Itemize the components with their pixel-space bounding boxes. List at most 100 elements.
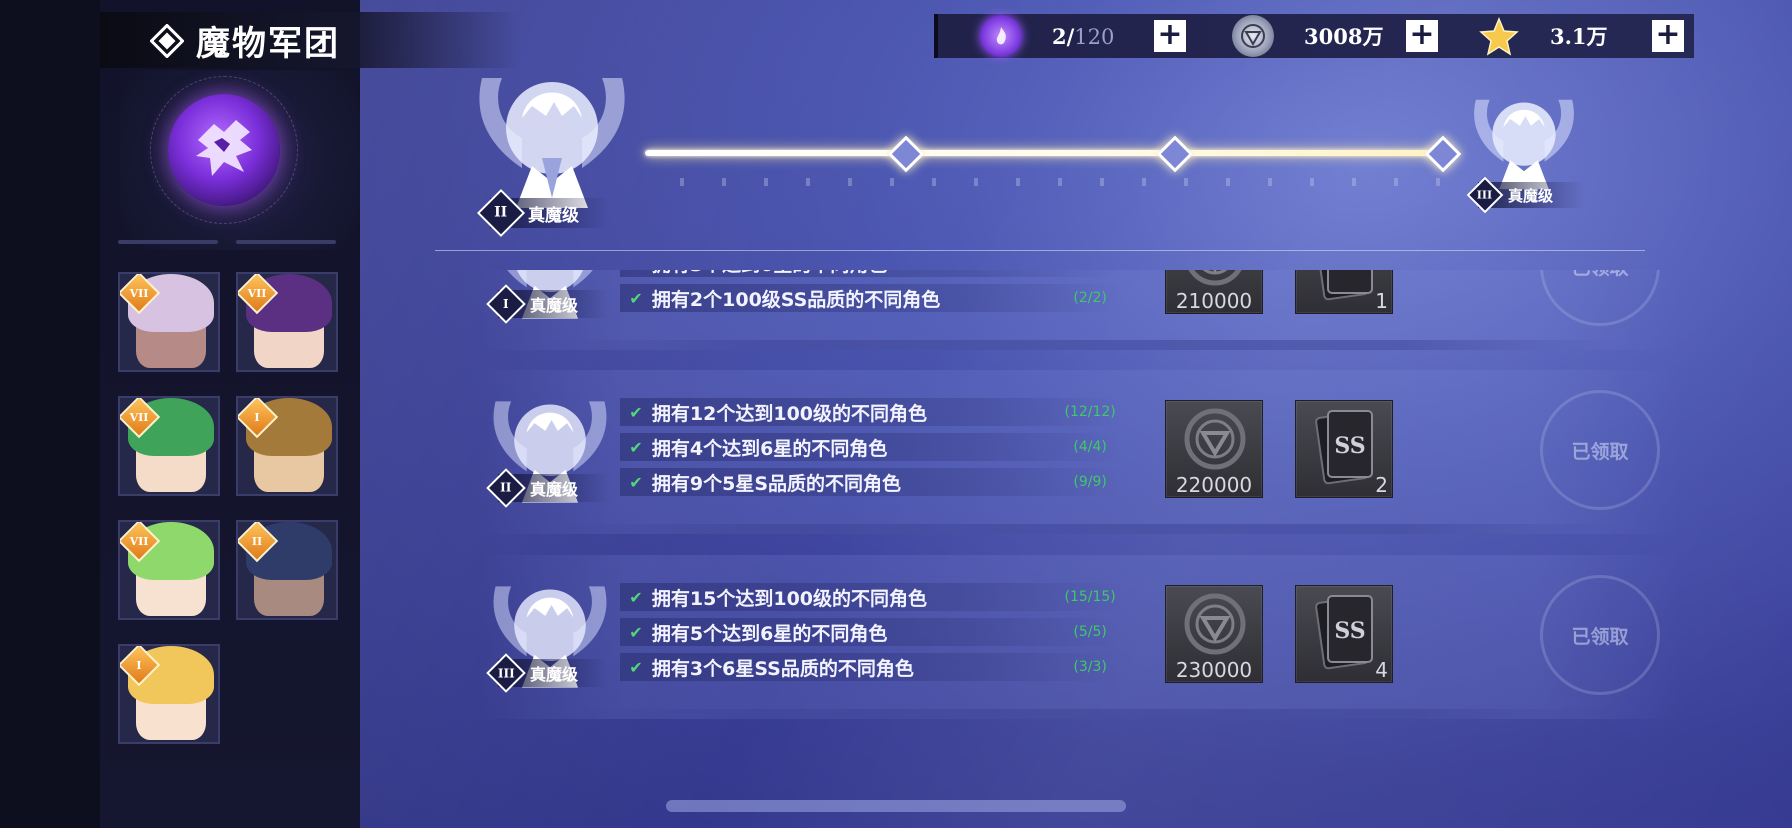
condition-progress: (2/2) <box>1073 290 1107 306</box>
row-rank-numeral: I <box>503 297 509 311</box>
condition-text: 拥有2个100级SS品质的不同角色 <box>651 288 941 311</box>
silver-coin-icon <box>1184 408 1246 470</box>
energy-max: 120 <box>1074 24 1115 49</box>
claimed-text: 已领取 <box>1571 270 1628 280</box>
card-reward-qty: 4 <box>1375 658 1388 682</box>
character-card[interactable]: I <box>236 396 338 496</box>
character-card[interactable]: VII <box>118 396 220 496</box>
track-ticks <box>680 178 1440 190</box>
condition-item: ✔ 拥有5个达到6星的不同角色 (5/5) <box>620 618 1120 646</box>
check-icon: ✔ <box>629 402 643 422</box>
claimed-stamp: 已领取 <box>1540 270 1660 326</box>
legion-emblem-icon[interactable] <box>168 94 280 206</box>
page-title: 魔物军团 <box>196 23 340 64</box>
condition-item: ✔ 拥有15个达到100级的不同角色 (15/15) <box>620 583 1120 611</box>
condition-text: 拥有9个5星S品质的不同角色 <box>651 472 902 495</box>
condition-item: ✔ 拥有12个达到100级的不同角色 (12/12) <box>620 398 1120 426</box>
coin-reward-qty: 210000 <box>1175 289 1253 313</box>
coin-reward[interactable]: 230000 <box>1165 585 1263 683</box>
rank-badge-text: I <box>136 658 142 672</box>
svg-text:SS: SS <box>1334 433 1365 459</box>
character-card[interactable]: VII <box>118 272 220 372</box>
condition-progress: (12/12) <box>1064 404 1116 420</box>
section-divider <box>435 250 1645 251</box>
resource-coin: 3008万 + <box>1186 14 1438 58</box>
next-rank-text: 真魔级 <box>1508 186 1554 205</box>
reward-list[interactable]: I真魔级✔拥有10个达到100级的不同角色(10/10)✔拥有3个达到6星的不同… <box>360 270 1792 760</box>
row-rank-text: 真魔级 <box>530 480 579 499</box>
energy-value: 2/ <box>1052 23 1075 49</box>
resource-energy: 2/120 + <box>938 14 1186 58</box>
row-rank-label: I 真魔级 <box>486 284 609 324</box>
character-card[interactable]: VII <box>118 520 220 620</box>
condition-text: 拥有3个6星SS品质的不同角色 <box>651 657 914 680</box>
row-rank-numeral: II <box>500 480 512 495</box>
condition-item: ✔ 拥有2个100级SS品质的不同角色 (2/2) <box>620 284 1120 312</box>
check-icon: ✔ <box>629 657 643 677</box>
emblem-tabs <box>118 240 338 246</box>
add-energy-button[interactable]: + <box>1154 20 1186 52</box>
row-separator <box>540 524 1620 534</box>
row-rank-numeral: III <box>497 666 515 680</box>
row-rank-label: III 真魔级 <box>486 653 609 693</box>
condition-text: 拥有15个达到100级的不同角色 <box>651 587 928 610</box>
row-rank-text: 真魔级 <box>530 296 579 315</box>
current-rank-label: II 真魔级 <box>476 188 609 238</box>
rank-badge-text: I <box>254 410 260 424</box>
rank-badge-text: VII <box>129 534 149 548</box>
row-separator <box>540 340 1620 350</box>
back-diamond-icon[interactable] <box>149 23 185 59</box>
claimed-text: 已领取 <box>1571 440 1629 463</box>
svg-text:SS: SS <box>1334 618 1365 644</box>
rank-badge-text: VII <box>247 286 267 300</box>
character-card[interactable]: I <box>118 644 220 744</box>
card-reward[interactable]: SS 1 <box>1295 270 1393 314</box>
rank-badge-text: VII <box>129 410 149 424</box>
title-bar: 魔物军团 <box>100 12 520 68</box>
rank-badge-text: II <box>251 534 263 548</box>
row-rank-label: II 真魔级 <box>486 468 609 508</box>
current-rank-emblem <box>462 58 642 218</box>
next-rank-numeral: III <box>1477 188 1493 202</box>
check-icon: ✔ <box>629 587 643 607</box>
add-coin-button[interactable]: + <box>1406 20 1438 52</box>
check-icon: ✔ <box>629 622 643 642</box>
reward-row: I真魔级✔拥有10个达到100级的不同角色(10/10)✔拥有3个达到6星的不同… <box>480 270 1680 350</box>
condition-progress: (3/3) <box>1073 659 1107 675</box>
coin-reward-qty: 220000 <box>1175 473 1253 497</box>
card-reward[interactable]: SS 2 <box>1295 400 1393 498</box>
condition-item: ✔ 拥有4个达到6星的不同角色 (4/4) <box>620 433 1120 461</box>
character-card[interactable]: VII <box>236 272 338 372</box>
reward-row: III 真魔级 ✔ 拥有15个达到100级的不同角色 (15/15) ✔ 拥有5个达到6星的… <box>480 555 1680 719</box>
coin-value: 3008万 <box>1304 24 1384 49</box>
reward-row: II 真魔级 ✔ 拥有12个达到100级的不同角色 (12/12) ✔ 拥有4个达到6星的不… <box>480 370 1680 534</box>
svg-text:SS: SS <box>1334 270 1365 275</box>
silver-coin-icon <box>1232 15 1274 57</box>
condition-item: ✔ 拥有3个6星SS品质的不同角色 (3/3) <box>620 653 1120 681</box>
next-rank-label: III 真魔级 <box>1466 176 1584 214</box>
resource-star: 3.1万 + <box>1438 14 1684 58</box>
condition-progress: (9/9) <box>1073 474 1107 490</box>
rank-badge-text: VII <box>129 286 149 300</box>
check-icon: ✔ <box>624 270 648 273</box>
card-reward-qty: 1 <box>1375 289 1388 313</box>
scroll-handle[interactable] <box>666 800 1126 812</box>
coin-reward[interactable]: 220000 <box>1165 400 1263 498</box>
progress-track <box>645 150 1445 156</box>
add-star-button[interactable]: + <box>1652 20 1684 52</box>
condition-text: 拥有4个达到6星的不同角色 <box>651 437 888 460</box>
condition-item: ✔ 拥有3个达到6星的不同角色(3/3) <box>620 270 1120 277</box>
condition-progress: (4/4) <box>1073 439 1107 455</box>
claimed-stamp: 已领取 <box>1540 390 1660 510</box>
condition-text: 拥有5个达到6星的不同角色 <box>651 622 888 645</box>
purple-energy-icon <box>980 15 1022 57</box>
claimed-text: 已领取 <box>1571 625 1629 648</box>
check-icon: ✔ <box>629 472 643 492</box>
condition-progress: (15/15) <box>1064 589 1116 605</box>
character-card[interactable]: II <box>236 520 338 620</box>
coin-reward[interactable]: 210000 <box>1165 270 1263 314</box>
card-reward[interactable]: SS 4 <box>1295 585 1393 683</box>
condition-progress: (5/5) <box>1073 624 1107 640</box>
gold-star-icon <box>1478 15 1520 57</box>
resource-bar: 2/120 + 3008万 + 3.1万 + <box>934 14 1694 58</box>
